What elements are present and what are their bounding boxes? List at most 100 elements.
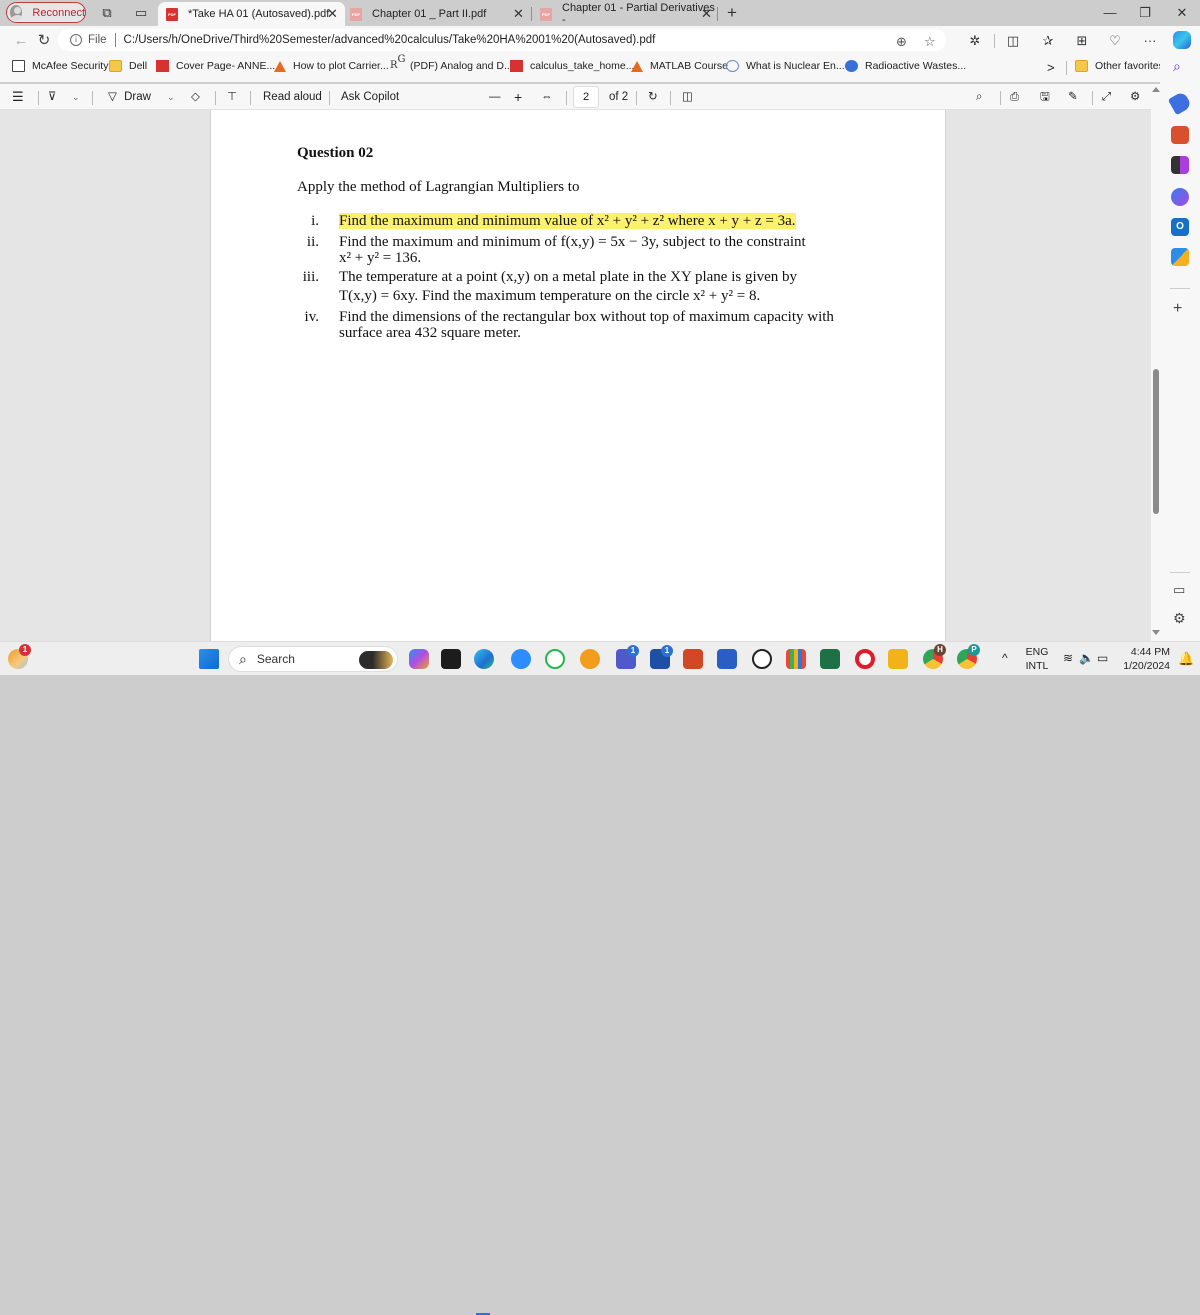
- favorite-star-icon[interactable]: ☆: [924, 34, 936, 50]
- save-icon[interactable]: 🖫: [1040, 88, 1050, 106]
- scrollbar-thumb[interactable]: [1153, 369, 1159, 514]
- highlight-chevron-icon[interactable]: ⌄: [72, 88, 80, 106]
- reconnect-button[interactable]: Reconnect: [6, 2, 86, 23]
- favorite-what-is-nuclear[interactable]: What is Nuclear En...: [726, 60, 845, 72]
- fit-to-width-icon[interactable]: ⇔: [541, 88, 553, 106]
- vertical-scrollbar[interactable]: [1151, 84, 1160, 641]
- language-indicator[interactable]: ENG INTL: [1024, 645, 1050, 673]
- dell-icon[interactable]: [752, 649, 772, 669]
- draw-chevron-icon[interactable]: ⌄: [167, 88, 175, 106]
- other-favorites[interactable]: Other favorites: [1075, 60, 1164, 72]
- word-icon[interactable]: [717, 649, 737, 669]
- minimize-button[interactable]: —: [1095, 3, 1125, 23]
- sidebar-search-icon[interactable]: ⌕: [1173, 58, 1181, 75]
- whatsapp-icon[interactable]: [545, 649, 565, 669]
- copilot-icon[interactable]: [1173, 31, 1191, 49]
- eraser-icon[interactable]: ◇: [191, 88, 200, 106]
- print-icon[interactable]: ⎙: [1010, 88, 1019, 106]
- close-tab-icon[interactable]: ✕: [513, 6, 524, 22]
- ask-copilot-button[interactable]: Ask Copilot: [341, 88, 399, 106]
- drop-icon[interactable]: [1171, 248, 1189, 266]
- favorites-icon[interactable]: ✰: [1039, 32, 1057, 50]
- tab-chapter-01-partial-derivatives[interactable]: Chapter 01 - Partial Derivatives - ✕: [533, 2, 718, 26]
- favorite-mcafee-security[interactable]: McAfee Security: [12, 60, 108, 72]
- info-icon[interactable]: i: [70, 34, 82, 46]
- tab-chapter-01-part-ii[interactable]: Chapter 01 _ Part II.pdf ✕: [345, 2, 530, 26]
- copilot-taskbar-icon[interactable]: [409, 649, 429, 669]
- search-in-document-icon[interactable]: ⌕: [976, 88, 982, 106]
- opera-icon[interactable]: [855, 649, 875, 669]
- list-item[interactable]: Find the maximum and minimum of f(x,y) =…: [339, 234, 806, 250]
- edge-taskbar-icon[interactable]: [474, 649, 494, 669]
- scroll-down-arrow-icon[interactable]: [1152, 630, 1160, 635]
- more-favorites-chevron[interactable]: >: [1047, 60, 1055, 75]
- list-item[interactable]: Find the dimensions of the rectangular b…: [339, 309, 834, 325]
- list-item[interactable]: Find the maximum and minimum value of x²…: [339, 213, 796, 229]
- fullscreen-icon[interactable]: ⤢: [1102, 88, 1111, 106]
- taskbar-search[interactable]: ⌕ Search: [228, 646, 398, 672]
- close-window-button[interactable]: ✕: [1167, 3, 1197, 23]
- zoom-icon[interactable]: ⊕: [896, 34, 907, 50]
- zoom-app-icon[interactable]: [511, 649, 531, 669]
- wifi-icon[interactable]: ≋: [1063, 651, 1073, 665]
- microsoft-365-icon[interactable]: [1171, 188, 1189, 206]
- split-screen-icon[interactable]: ◫: [1004, 32, 1022, 50]
- hide-sidebar-icon[interactable]: ▭: [1173, 582, 1185, 598]
- rotate-icon[interactable]: ↻: [648, 88, 658, 106]
- clock[interactable]: 4:44 PM 1/20/2024: [1118, 645, 1170, 673]
- shopping-tag-icon[interactable]: [1167, 90, 1193, 116]
- save-as-icon[interactable]: ✎: [1068, 88, 1078, 106]
- list-item[interactable]: The temperature at a point (x,y) on a me…: [339, 269, 797, 285]
- tab-take-ha-01[interactable]: *Take HA 01 (Autosaved).pdf ✕: [158, 2, 345, 26]
- add-text-icon[interactable]: ⊤: [227, 88, 237, 106]
- back-button[interactable]: ←: [12, 32, 30, 50]
- zoom-in-button[interactable]: +: [514, 88, 522, 106]
- zoom-out-button[interactable]: —: [489, 88, 501, 106]
- favorite-how-to-plot-carrier[interactable]: How to plot Carrier...: [274, 60, 389, 72]
- tools-icon[interactable]: [1171, 126, 1189, 144]
- games-icon[interactable]: [1171, 156, 1189, 174]
- favorite-dell[interactable]: Dell: [109, 60, 147, 72]
- show-hidden-icons-chevron[interactable]: ^: [1002, 651, 1008, 665]
- page-number-input[interactable]: 2: [573, 86, 599, 108]
- vpn-shield-icon[interactable]: [580, 649, 600, 669]
- draw-button[interactable]: ▽ Draw: [108, 88, 151, 106]
- read-aloud-button[interactable]: Read aloud: [263, 88, 322, 106]
- color-grid-app-icon[interactable]: [786, 649, 806, 669]
- favorite-radioactive-wastes[interactable]: Radioactive Wastes...: [845, 60, 966, 72]
- start-button[interactable]: [199, 649, 219, 669]
- page-view-icon[interactable]: ◫: [682, 88, 693, 106]
- more-options-icon[interactable]: ···: [1141, 32, 1159, 50]
- highlight-icon[interactable]: ⊽: [48, 88, 56, 106]
- powerpoint-icon[interactable]: [683, 649, 703, 669]
- address-bar[interactable]: i File C:/Users/h/OneDrive/Third%20Semes…: [58, 29, 946, 51]
- notifications-bell-icon[interactable]: 🔔: [1178, 651, 1194, 667]
- new-tab-button[interactable]: +: [724, 4, 740, 21]
- sidebar-settings-icon[interactable]: ⚙: [1173, 610, 1186, 627]
- favorite-calculus-take-home[interactable]: calculus_take_home...: [510, 60, 634, 72]
- extensions-icon[interactable]: ✲: [966, 32, 984, 50]
- matlab-icon: [274, 60, 286, 72]
- volume-icon[interactable]: 🔈: [1079, 651, 1094, 665]
- refresh-button[interactable]: ↻: [35, 32, 53, 50]
- browser-essentials-icon[interactable]: ♡: [1106, 32, 1124, 50]
- task-view-icon[interactable]: [441, 649, 461, 669]
- pdf-settings-icon[interactable]: ⚙: [1130, 88, 1140, 106]
- favorite-pdf-analog[interactable]: RG (PDF) Analog and D...: [390, 55, 513, 73]
- close-tab-icon[interactable]: ✕: [701, 6, 712, 22]
- workspaces-icon[interactable]: ⧉: [99, 5, 115, 21]
- tab-actions-icon[interactable]: ▭: [133, 5, 149, 21]
- battery-icon[interactable]: ▭: [1097, 651, 1108, 665]
- url-text[interactable]: C:/Users/h/OneDrive/Third%20Semester/adv…: [124, 34, 656, 46]
- collections-icon[interactable]: ⊞: [1073, 32, 1091, 50]
- favorite-cover-page[interactable]: Cover Page- ANNE...: [156, 60, 275, 72]
- maximize-button[interactable]: ❐: [1130, 3, 1160, 23]
- excel-icon[interactable]: [820, 649, 840, 669]
- close-tab-icon[interactable]: ✕: [327, 6, 338, 22]
- add-sidebar-app-icon[interactable]: +: [1173, 300, 1182, 318]
- file-explorer-icon[interactable]: [888, 649, 908, 669]
- favorite-matlab-course[interactable]: MATLAB Course: [631, 60, 728, 72]
- outlook-icon[interactable]: O: [1171, 218, 1189, 236]
- scroll-up-arrow-icon[interactable]: [1152, 87, 1160, 92]
- contents-icon[interactable]: ☰: [12, 88, 24, 106]
